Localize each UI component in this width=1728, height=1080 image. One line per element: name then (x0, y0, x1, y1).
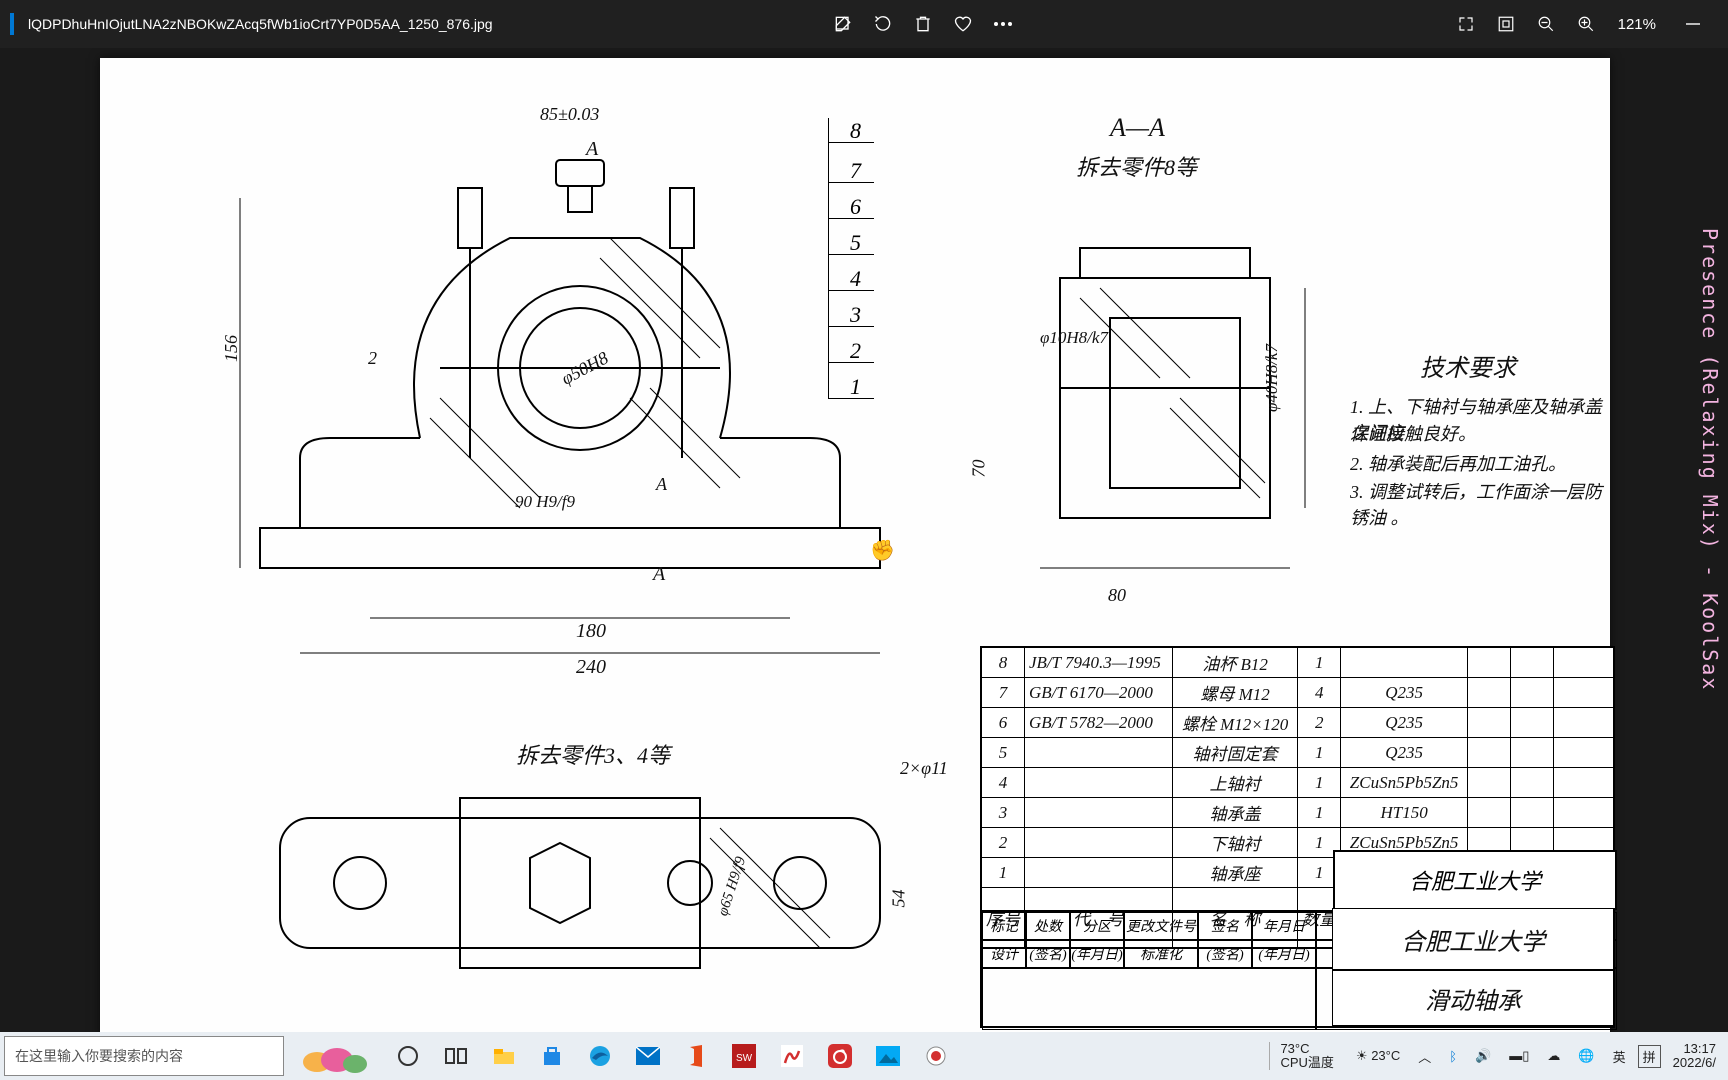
section-view-sketch (1020, 208, 1330, 598)
dim-80: 80 (1108, 585, 1126, 606)
section-label: A—A (1110, 113, 1165, 143)
plan-note: 拆去零件3、4等 (516, 738, 670, 770)
tech-1b: 保证接触良好。 (1350, 420, 1476, 446)
edge-icon[interactable] (576, 1032, 624, 1080)
plan-view-sketch (260, 778, 910, 998)
zoom-out-icon[interactable] (1526, 4, 1566, 44)
tech-3: 3. 调整试转后，工作面涂一层防锈油 。 (1350, 478, 1610, 530)
photos-icon[interactable] (864, 1032, 912, 1080)
office-icon[interactable] (672, 1032, 720, 1080)
dim-top: 85±0.03 (540, 104, 599, 125)
svg-text:SW: SW (736, 1053, 753, 1064)
section-note: 拆去零件8等 (1076, 150, 1197, 182)
tray-chevron-icon[interactable]: ︿ (1412, 1043, 1437, 1070)
parts-row: 7GB/T 6170—2000螺母 M124Q235 (981, 678, 1614, 708)
ime-lang[interactable]: 英 (1607, 1043, 1632, 1070)
record-icon[interactable] (912, 1032, 960, 1080)
ime-mode[interactable]: 拼 (1638, 1045, 1661, 1068)
now-playing-overlay: Presence (Relaxing Mix) - KoolSax (1698, 228, 1722, 691)
solidworks-icon[interactable]: SW (720, 1032, 768, 1080)
netease-icon[interactable] (816, 1032, 864, 1080)
app-accent (10, 13, 14, 35)
a-mark: A (656, 474, 667, 495)
document-page: 8 7 6 5 4 3 2 1 (100, 58, 1610, 1032)
cpu-temp[interactable]: 73°C CPU温度 (1269, 1042, 1343, 1071)
tech-title: 技术要求 (1420, 348, 1516, 383)
tb-school-abs: 合肥工业大学 (1332, 908, 1614, 970)
onedrive-icon[interactable]: ☁ (1541, 1044, 1566, 1068)
taskview-icon[interactable] (432, 1032, 480, 1080)
dim-240: 240 (576, 656, 606, 679)
front-view-sketch (180, 98, 900, 658)
more-icon[interactable] (983, 4, 1023, 44)
zoom-in-icon[interactable] (1566, 4, 1606, 44)
parts-row: 4上轴衬1ZCuSn5Pb5Zn5 (981, 768, 1614, 798)
parts-row: 5轴衬固定套1Q235 (981, 738, 1614, 768)
news-widget[interactable] (284, 1034, 384, 1078)
titlebar: lQDPDhuHnIOjutLNA2zNBOKwZAcq5fWb1ioCrt7Y… (0, 0, 1728, 48)
parts-row: 6GB/T 5782—2000螺栓 M12×1202Q235 (981, 708, 1614, 738)
dim-2: 2 (368, 348, 377, 369)
volume-icon[interactable]: 🔊 (1469, 1044, 1497, 1068)
network-icon[interactable]: 🌐 (1572, 1044, 1600, 1068)
search-placeholder: 在这里输入你要搜索的内容 (15, 1046, 183, 1066)
store-icon[interactable] (528, 1032, 576, 1080)
window-minimize[interactable] (1668, 4, 1718, 44)
tb-title-abs: 滑动轴承 (1332, 970, 1614, 1026)
favorite-icon[interactable] (943, 4, 983, 44)
rotate-icon[interactable] (863, 4, 903, 44)
battery-icon[interactable]: ▬▯ (1503, 1044, 1535, 1068)
dim-70: 70 (969, 460, 990, 478)
acrobat-icon[interactable] (768, 1032, 816, 1080)
section-arrow-top: A (586, 138, 598, 161)
delete-icon[interactable] (903, 4, 943, 44)
hand-cursor-icon: ✊ (870, 538, 895, 563)
dim-156: 156 (221, 335, 242, 362)
tech-2: 2. 轴承装配后再加工油孔。 (1350, 450, 1566, 476)
dim-basefit: 90 H9/f9 (515, 492, 575, 512)
parts-row: 3轴承盖1HT150 (981, 798, 1614, 828)
cortana-icon[interactable] (384, 1032, 432, 1080)
parts-row: 8JB/T 7940.3—1995油杯 B121 (981, 647, 1614, 678)
section-arrow-bottom: A (653, 563, 665, 586)
search-input[interactable]: 在这里输入你要搜索的内容 (4, 1036, 284, 1076)
bluetooth-icon[interactable]: ᛒ (1443, 1045, 1463, 1068)
fit-icon[interactable] (1486, 4, 1526, 44)
dim-40h8k7: φ40H8/k7 (1262, 344, 1282, 412)
dim-holes: 2×φ11 (900, 758, 948, 779)
mail-icon[interactable] (624, 1032, 672, 1080)
dim-180: 180 (576, 620, 606, 643)
edit-icon[interactable] (823, 4, 863, 44)
zoom-level[interactable]: 121% (1606, 16, 1668, 33)
filename-label: lQDPDhuHnIOjutLNA2zNBOKwZAcq5fWb1ioCrt7Y… (28, 16, 493, 32)
fullscreen-icon[interactable] (1446, 4, 1486, 44)
image-viewer[interactable]: 8 7 6 5 4 3 2 1 (0, 48, 1728, 1032)
weather-tray[interactable]: ☀ 23°C (1350, 1044, 1406, 1068)
explorer-icon[interactable] (480, 1032, 528, 1080)
dim-10h8k7: φ10H8/k7 (1040, 328, 1108, 348)
dim-54: 54 (889, 890, 910, 908)
clock[interactable]: 13:17 2022/6/ (1667, 1042, 1722, 1071)
taskbar: 在这里输入你要搜索的内容 SW 73°C CPU温度 ☀ 23°C ︿ ᛒ 🔊 … (0, 1032, 1728, 1080)
tb-school: 合肥工业大学 (1333, 850, 1617, 910)
